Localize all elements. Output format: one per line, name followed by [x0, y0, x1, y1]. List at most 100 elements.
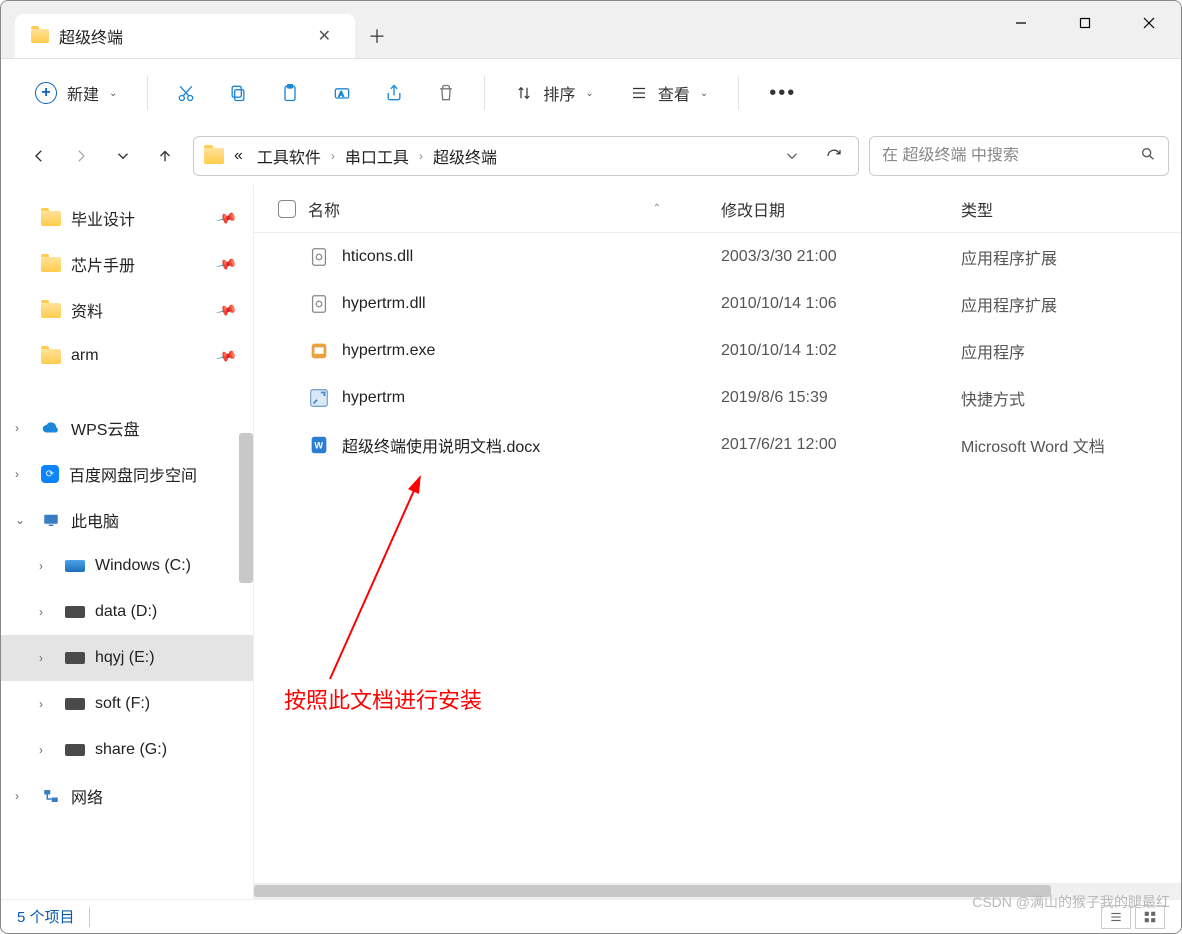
sidebar-label: 网络 [71, 784, 103, 808]
close-button[interactable] [1117, 1, 1181, 45]
sidebar-label: 此电脑 [71, 508, 119, 532]
file-name: hypertrm.dll [342, 295, 721, 313]
column-date[interactable]: 修改日期 [721, 197, 961, 221]
tab-active[interactable]: 超级终端 ✕ [15, 14, 355, 58]
search-icon[interactable] [1140, 146, 1156, 167]
sidebar-item-drive-c[interactable]: ›Windows (C:) [1, 543, 253, 589]
dll-icon [308, 293, 330, 315]
sidebar-item-drive-e[interactable]: ›hqyj (E:) [1, 635, 253, 681]
file-name: 超级终端使用说明文档.docx [342, 433, 721, 457]
exe-icon [308, 340, 330, 362]
forward-button[interactable] [63, 138, 99, 174]
drive-icon [65, 606, 85, 618]
up-button[interactable] [147, 138, 183, 174]
column-type[interactable]: 类型 [961, 197, 1181, 221]
chevron-right-icon: › [39, 743, 43, 757]
tab-strip: 超级终端 ✕ ＋ [1, 1, 989, 58]
tab-title: 超级终端 [59, 24, 123, 48]
dll-icon [308, 246, 330, 268]
file-row[interactable]: hticons.dll 2003/3/30 21:00 应用程序扩展 [254, 233, 1181, 280]
sidebar-item-wps[interactable]: ›WPS云盘 [1, 405, 253, 451]
delete-button[interactable] [424, 73, 468, 113]
sidebar-label: 百度网盘同步空间 [69, 462, 197, 486]
file-row[interactable]: hypertrm 2019/8/6 15:39 快捷方式 [254, 374, 1181, 421]
sidebar-item-drive-d[interactable]: ›data (D:) [1, 589, 253, 635]
close-tab-icon[interactable]: ✕ [310, 22, 339, 50]
select-all-checkbox[interactable] [278, 200, 308, 218]
column-name[interactable]: 名称⌃ [308, 197, 721, 221]
file-date: 2010/10/14 1:06 [721, 295, 961, 313]
cloud-icon [41, 419, 61, 437]
sidebar-item-thispc[interactable]: ⌄此电脑 [1, 497, 253, 543]
separator [147, 76, 148, 110]
new-button[interactable]: + 新建 ⌄ [21, 73, 131, 113]
svg-text:W: W [314, 440, 323, 450]
scrollbar-thumb[interactable] [254, 885, 1051, 897]
annotation-arrow [310, 469, 440, 689]
sidebar-item-baidu[interactable]: › ⟳ 百度网盘同步空间 [1, 451, 253, 497]
breadcrumb-ellipsis[interactable]: « [230, 145, 247, 167]
sidebar-label: arm [71, 347, 99, 365]
sidebar-item-quick[interactable]: 资料📌 [1, 287, 253, 333]
main-area: 毕业设计 📌 芯片手册📌 资料📌 arm 📌 ›WPS云盘 › ⟳ 百度网盘同步空间 ⌄… [1, 185, 1181, 899]
rename-button[interactable]: A [320, 73, 364, 113]
file-type: 应用程序 [961, 339, 1181, 363]
folder-icon [41, 257, 61, 272]
pc-icon [41, 511, 61, 529]
search-input[interactable] [882, 147, 1140, 165]
docx-icon: W [308, 434, 330, 456]
sidebar-label: 毕业设计 [71, 206, 135, 230]
breadcrumb-item[interactable]: 超级终端 [429, 142, 501, 170]
baidu-icon: ⟳ [41, 465, 59, 483]
minimize-button[interactable] [989, 1, 1053, 45]
toolbar: + 新建 ⌄ A 排序 ⌄ 查看 ⌄ ••• [1, 59, 1181, 127]
new-tab-button[interactable]: ＋ [355, 14, 399, 58]
folder-icon [41, 303, 61, 318]
more-button[interactable]: ••• [755, 73, 810, 113]
sidebar-label: hqyj (E:) [95, 649, 155, 667]
address-bar[interactable]: « 工具软件 › 串口工具 › 超级终端 [193, 136, 859, 176]
file-row[interactable]: hypertrm.exe 2010/10/14 1:02 应用程序 [254, 327, 1181, 374]
drive-icon [65, 698, 85, 710]
svg-text:A: A [339, 89, 344, 98]
address-dropdown[interactable] [778, 142, 806, 170]
drive-icon [65, 652, 85, 664]
chevron-right-icon: › [15, 467, 19, 481]
copy-button[interactable] [216, 73, 260, 113]
share-button[interactable] [372, 73, 416, 113]
file-row[interactable]: W 超级终端使用说明文档.docx 2017/6/21 12:00 Micros… [254, 421, 1181, 468]
explorer-window: 超级终端 ✕ ＋ + 新建 ⌄ A 排序 ⌄ [0, 0, 1182, 934]
paste-button[interactable] [268, 73, 312, 113]
cut-button[interactable] [164, 73, 208, 113]
sidebar-item-quick[interactable]: arm 📌 [1, 333, 253, 379]
pin-icon: 📌 [214, 344, 238, 367]
sort-button[interactable]: 排序 ⌄ [501, 73, 607, 113]
sidebar-item-network[interactable]: ›网络 [1, 773, 253, 819]
refresh-button[interactable] [820, 142, 848, 170]
chevron-down-icon: ⌄ [585, 88, 593, 99]
sidebar-label: Windows (C:) [95, 557, 191, 575]
maximize-button[interactable] [1053, 1, 1117, 45]
drive-icon [65, 744, 85, 756]
file-row[interactable]: hypertrm.dll 2010/10/14 1:06 应用程序扩展 [254, 280, 1181, 327]
sidebar-item-drive-f[interactable]: ›soft (F:) [1, 681, 253, 727]
back-button[interactable] [21, 138, 57, 174]
breadcrumb-item[interactable]: 串口工具 [341, 142, 413, 170]
sidebar[interactable]: 毕业设计 📌 芯片手册📌 资料📌 arm 📌 ›WPS云盘 › ⟳ 百度网盘同步空间 ⌄… [1, 185, 253, 899]
sidebar-item-quick[interactable]: 毕业设计 📌 [1, 195, 253, 241]
search-box[interactable] [869, 136, 1169, 176]
breadcrumb-item[interactable]: 工具软件 [253, 142, 325, 170]
watermark: CSDN @满山的猴子我的腿最红 [972, 892, 1170, 912]
sidebar-item-quick[interactable]: 芯片手册📌 [1, 241, 253, 287]
view-button[interactable]: 查看 ⌄ [616, 73, 722, 113]
file-date: 2019/8/6 15:39 [721, 389, 961, 407]
file-list[interactable]: hticons.dll 2003/3/30 21:00 应用程序扩展 hyper… [254, 233, 1181, 883]
pin-icon: 📌 [214, 252, 238, 275]
drive-icon [65, 560, 85, 572]
recent-dropdown[interactable] [105, 138, 141, 174]
network-icon [41, 787, 61, 805]
chevron-right-icon: › [331, 149, 335, 163]
pin-icon: 📌 [214, 206, 238, 229]
sidebar-item-drive-g[interactable]: ›share (G:) [1, 727, 253, 773]
file-name: hypertrm.exe [342, 342, 721, 360]
